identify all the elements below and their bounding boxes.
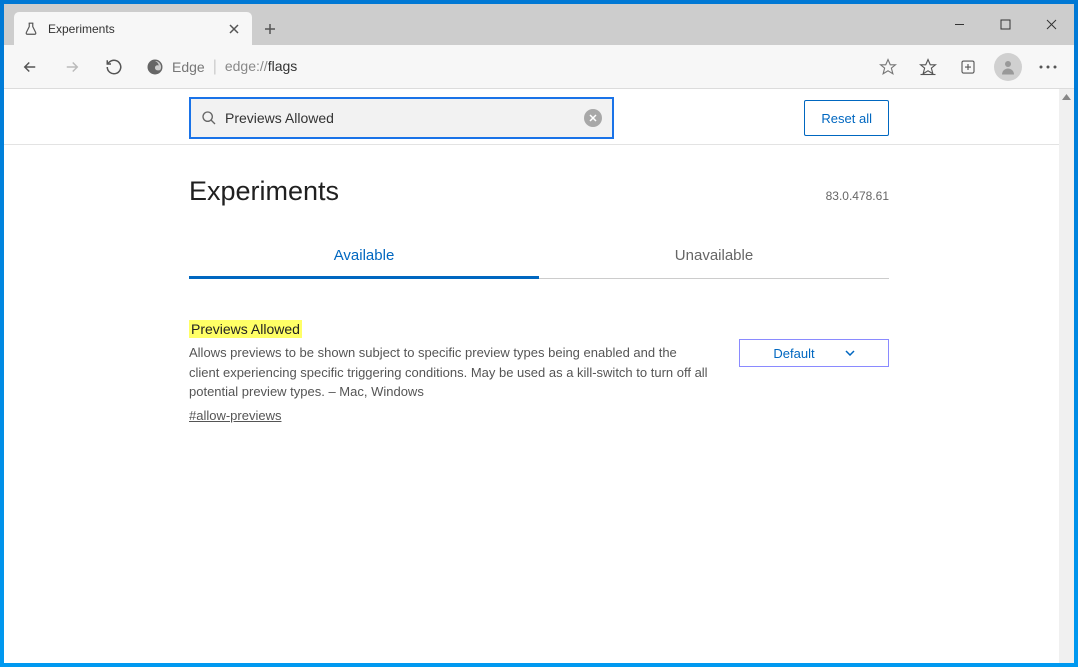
chevron-down-icon xyxy=(845,350,855,356)
flag-dropdown[interactable]: Default xyxy=(739,339,889,367)
toolbar-actions xyxy=(870,49,1066,85)
page-content: Reset all Experiments 83.0.478.61 Availa… xyxy=(4,89,1074,663)
close-window-button[interactable] xyxy=(1028,4,1074,45)
search-box[interactable] xyxy=(189,97,614,139)
vertical-scrollbar[interactable] xyxy=(1059,89,1074,663)
tabs-row: Available Unavailable xyxy=(189,235,889,279)
search-row: Reset all xyxy=(189,97,889,151)
new-tab-button[interactable] xyxy=(258,12,282,45)
edge-logo-icon xyxy=(146,58,164,76)
flag-title: Previews Allowed xyxy=(189,320,302,338)
clear-search-button[interactable] xyxy=(584,109,602,127)
refresh-button[interactable] xyxy=(96,49,132,85)
address-bar[interactable]: Edge | edge://flags xyxy=(138,51,864,83)
avatar-icon xyxy=(994,53,1022,81)
more-menu-button[interactable] xyxy=(1030,49,1066,85)
reset-all-button[interactable]: Reset all xyxy=(804,100,889,136)
header-row: Experiments 83.0.478.61 xyxy=(189,176,889,207)
flag-anchor-link[interactable]: #allow-previews xyxy=(189,408,281,423)
search-icon xyxy=(201,110,217,126)
browser-window: Experiments xyxy=(4,4,1074,663)
tab-title: Experiments xyxy=(48,22,216,36)
tab-unavailable[interactable]: Unavailable xyxy=(539,235,889,278)
edge-label: Edge xyxy=(172,59,205,75)
maximize-button[interactable] xyxy=(982,4,1028,45)
url-text: edge://flags xyxy=(225,58,297,76)
active-tab[interactable]: Experiments xyxy=(14,12,252,45)
profile-button[interactable] xyxy=(990,49,1026,85)
scroll-up-icon[interactable] xyxy=(1059,89,1074,104)
flag-item: Previews Allowed Allows previews to be s… xyxy=(189,321,889,425)
close-tab-button[interactable] xyxy=(226,21,242,37)
back-button[interactable] xyxy=(12,49,48,85)
tab-available[interactable]: Available xyxy=(189,235,539,279)
favorite-star-icon[interactable] xyxy=(870,49,906,85)
flag-dropdown-value: Default xyxy=(773,346,814,361)
favorites-button[interactable] xyxy=(910,49,946,85)
flag-description: Allows previews to be shown subject to s… xyxy=(189,343,709,402)
flag-details: Previews Allowed Allows previews to be s… xyxy=(189,321,709,425)
forward-button[interactable] xyxy=(54,49,90,85)
main-column: Reset all Experiments 83.0.478.61 Availa… xyxy=(189,89,889,425)
search-input[interactable] xyxy=(225,110,576,126)
window-controls xyxy=(936,4,1074,45)
flask-icon xyxy=(24,22,38,36)
minimize-button[interactable] xyxy=(936,4,982,45)
collections-button[interactable] xyxy=(950,49,986,85)
url-divider: | xyxy=(213,58,217,76)
browser-toolbar: Edge | edge://flags xyxy=(4,45,1074,89)
page-title: Experiments xyxy=(189,176,339,207)
header-divider xyxy=(4,144,1059,145)
titlebar: Experiments xyxy=(4,4,1074,45)
version-label: 83.0.478.61 xyxy=(826,189,889,203)
